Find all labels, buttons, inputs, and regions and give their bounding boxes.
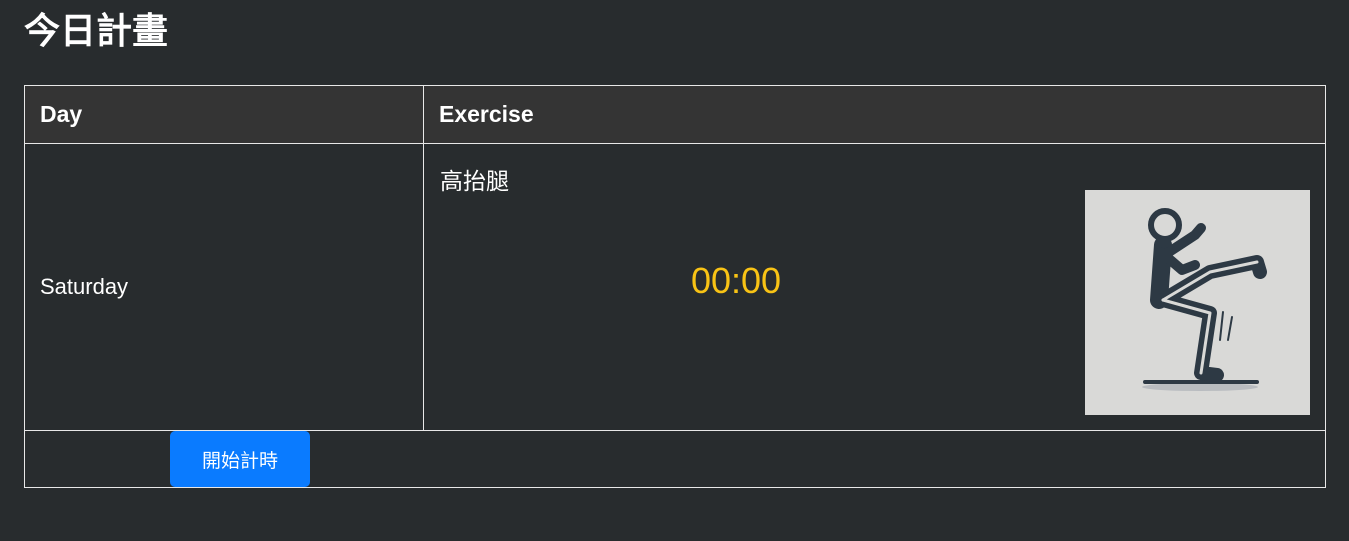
- timer-display: 00:00: [690, 260, 782, 301]
- high-knees-figure-icon: [1085, 190, 1310, 415]
- action-row: 開始計時: [24, 430, 1326, 488]
- column-header-day: Day: [24, 85, 424, 144]
- page: 今日計畫 Day Exercise Saturday 高抬腿 00:00 開始計…: [0, 0, 1349, 541]
- start-timer-button[interactable]: 開始計時: [170, 431, 310, 487]
- exercise-name: 高抬腿: [440, 169, 509, 195]
- exercise-table: Day Exercise Saturday 高抬腿 00:00 開始計時: [24, 85, 1326, 488]
- page-title: 今日計畫: [24, 11, 169, 52]
- column-header-exercise: Exercise: [423, 85, 1326, 144]
- table-header-row: Day Exercise: [24, 85, 1326, 144]
- table-row: Saturday 高抬腿 00:00: [24, 143, 1326, 431]
- exercise-cell: 高抬腿 00:00: [423, 143, 1326, 431]
- action-cell: 開始計時: [24, 430, 1326, 488]
- exercise-image: [1085, 190, 1310, 415]
- day-cell: Saturday: [24, 143, 424, 431]
